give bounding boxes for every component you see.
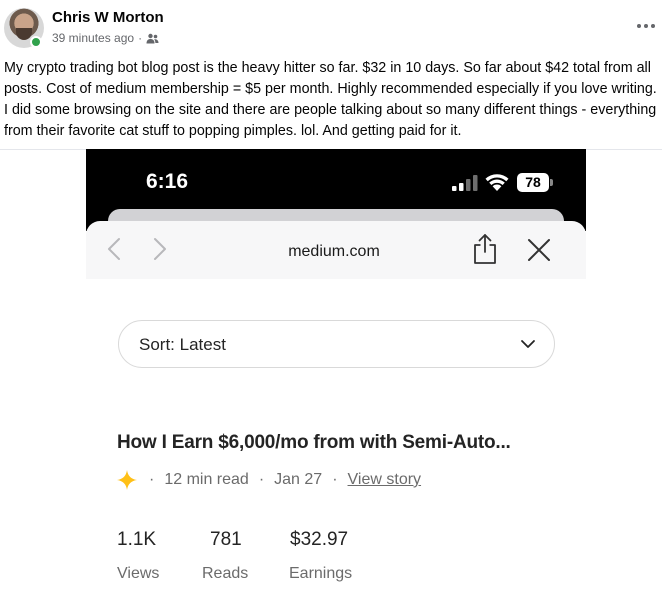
stat-label: Reads <box>202 565 249 582</box>
chevron-left-icon <box>108 238 120 260</box>
meta-dot: · <box>149 471 155 488</box>
back-button[interactable] <box>102 235 126 263</box>
stat-views: 1.1K Views <box>117 529 159 583</box>
meta-separator: · <box>138 31 143 45</box>
post-text: My crypto trading bot blog post is the h… <box>4 60 657 139</box>
browser-toolbar: medium.com <box>86 221 586 279</box>
close-icon <box>528 239 550 261</box>
attached-screenshot[interactable]: 6:16 78 medium.com Sort: Latest How I Ea… <box>86 149 586 600</box>
more-horizontal-icon <box>637 24 655 28</box>
close-button[interactable] <box>526 237 552 263</box>
view-story-link[interactable]: View story <box>348 471 422 489</box>
avatar-beard <box>16 28 32 40</box>
post-header: Chris W Morton 39 minutes ago · <box>0 0 662 56</box>
sort-dropdown[interactable]: Sort: Latest <box>118 320 555 368</box>
cellular-signal-icon <box>452 175 478 191</box>
sort-label: Sort: Latest <box>139 335 226 354</box>
status-time: 6:16 <box>146 170 189 193</box>
story-title[interactable]: How I Earn $6,000/mo from with Semi-Auto… <box>117 432 511 454</box>
battery-level: 78 <box>517 173 549 192</box>
author-name[interactable]: Chris W Morton <box>52 9 164 26</box>
battery-tip <box>550 179 553 186</box>
forward-button[interactable] <box>148 235 172 263</box>
stat-value: 1.1K <box>117 529 157 550</box>
share-button[interactable] <box>472 233 498 265</box>
chevron-right-icon <box>154 238 166 260</box>
online-status-indicator <box>30 36 42 48</box>
share-icon <box>474 234 496 264</box>
wifi-icon <box>485 174 509 191</box>
member-star-icon <box>117 470 137 490</box>
stat-label: Earnings <box>289 565 353 582</box>
meta-dot: · <box>258 471 265 488</box>
more-options-button[interactable] <box>634 14 658 38</box>
stat-reads: 781 Reads <box>202 529 248 583</box>
read-time: 12 min read <box>164 471 249 488</box>
friends-icon[interactable] <box>146 33 159 44</box>
post-time[interactable]: 39 minutes ago <box>52 31 134 45</box>
meta-dot: · <box>332 471 338 488</box>
story-meta: · 12 min read · Jan 27 · View story <box>117 469 431 491</box>
story-date: Jan 27 <box>274 471 323 488</box>
chevron-down-icon <box>521 340 535 348</box>
stat-value: 781 <box>210 529 242 550</box>
stat-label: Views <box>117 565 160 582</box>
stat-earnings: $32.97 Earnings <box>289 529 352 583</box>
stat-value: $32.97 <box>290 529 349 550</box>
post-meta: 39 minutes ago · <box>52 31 159 45</box>
url-display[interactable]: medium.com <box>266 243 402 261</box>
